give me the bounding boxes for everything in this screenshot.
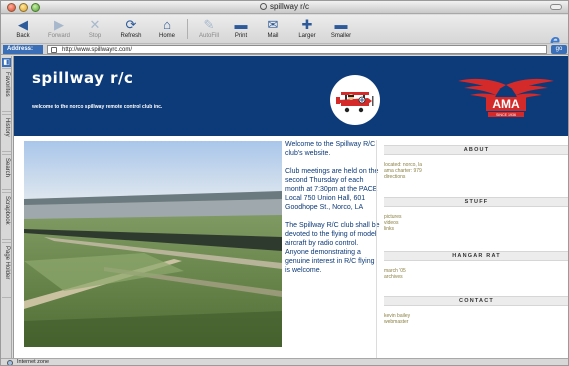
minus-icon: ▬ xyxy=(334,17,348,32)
section-heading-about: ABOUT xyxy=(384,145,568,155)
larger-text-button[interactable]: ✚ Larger xyxy=(289,17,325,43)
toolbar-divider xyxy=(187,19,188,39)
section-heading-contact: CONTACT xyxy=(384,296,568,306)
welcome-text: Welcome to the Spillway R/C club's websi… xyxy=(285,140,381,284)
title-bar: spillway r/c xyxy=(1,1,568,14)
site-tagline: welcome to the norco spillway remote con… xyxy=(32,104,163,110)
red-biplane-logo xyxy=(330,75,380,125)
window-title: spillway r/c xyxy=(1,2,568,11)
printer-icon: ▬ xyxy=(234,17,248,32)
autofill-pen-icon: ✎ xyxy=(203,17,215,32)
link-webmaster[interactable]: webmaster xyxy=(384,319,410,325)
hangar-rat-links: march '05 archives xyxy=(384,268,406,280)
welcome-paragraph: Welcome to the Spillway R/C club's websi… xyxy=(285,141,376,157)
site-title: spillway r/c xyxy=(32,69,134,87)
section-heading-stuff: STUFF xyxy=(384,197,568,207)
go-button[interactable]: go xyxy=(551,45,567,54)
envelope-icon: ✉ xyxy=(267,17,279,32)
ama-since-text: SINCE 1936 xyxy=(496,113,516,117)
page-favicon-icon xyxy=(51,47,57,53)
home-button[interactable]: ⌂ Home xyxy=(149,17,185,43)
tab-search[interactable]: Search xyxy=(2,154,11,190)
mission-paragraph: The Spillway R/C club shall be devoted t… xyxy=(285,222,380,274)
refresh-icon: ⟳ xyxy=(125,17,137,32)
ama-wings-icon: AMA SINCE 1936 xyxy=(458,78,554,117)
about-links: located: norco, la ama charter: 979 dire… xyxy=(384,162,422,180)
tab-favorites[interactable]: Favorites xyxy=(2,68,11,112)
globe-icon xyxy=(259,3,267,10)
smaller-text-button[interactable]: ▬ Smaller xyxy=(323,17,359,43)
contact-links: kevin bailey webmaster xyxy=(384,313,410,325)
ama-logo-text: AMA xyxy=(492,97,520,111)
back-button[interactable]: ◀ Back xyxy=(5,17,41,43)
refresh-button[interactable]: ⟳ Refresh xyxy=(113,17,149,43)
tab-history[interactable]: History xyxy=(2,114,11,152)
back-arrow-icon: ◀ xyxy=(18,17,28,32)
column-divider xyxy=(376,140,377,358)
toolbar: ◀ Back ▶ Forward ✕ Stop ⟳ Refresh ⌂ Home… xyxy=(1,15,568,51)
toolbar-toggle-button[interactable] xyxy=(550,4,562,10)
tab-page-holder[interactable]: Page Holder xyxy=(2,242,11,298)
print-button[interactable]: ▬ Print xyxy=(223,17,259,43)
tab-scrapbook[interactable]: Scrapbook xyxy=(2,192,11,240)
right-nav-column: ABOUT located: norco, la ama charter: 97… xyxy=(380,140,568,358)
stuff-links: pictures videos links xyxy=(384,214,402,232)
forward-arrow-icon: ▶ xyxy=(54,17,64,32)
site-header: spillway r/c welcome to the norco spillw… xyxy=(14,56,568,136)
link-directions[interactable]: directions xyxy=(384,174,422,180)
explorer-sidebar-tabs: ◧ Favorites History Search Scrapbook Pag… xyxy=(1,56,12,358)
address-label: Address: xyxy=(3,45,43,54)
page-viewport[interactable]: spillway r/c welcome to the norco spillw… xyxy=(13,56,568,358)
browser-window: spillway r/c ◀ Back ▶ Forward ✕ Stop ⟳ R… xyxy=(0,0,569,366)
address-input[interactable]: http://www.spillwayrc.com/ xyxy=(47,45,547,54)
meeting-info-paragraph: Club meetings are held on the second Thu… xyxy=(285,168,379,211)
sidebar-toggle-icon[interactable]: ◧ xyxy=(2,58,11,67)
forward-button[interactable]: ▶ Forward xyxy=(41,17,77,43)
mail-button[interactable]: ✉ Mail xyxy=(255,17,291,43)
ama-logo: AMA SINCE 1936 xyxy=(456,73,556,121)
address-bar: Address: http://www.spillwayrc.com/ go xyxy=(1,43,568,55)
status-text: Internet zone xyxy=(17,359,50,365)
home-icon: ⌂ xyxy=(163,17,171,32)
link-links[interactable]: links xyxy=(384,226,402,232)
aerial-field-image xyxy=(24,141,282,347)
plus-icon: ✚ xyxy=(301,17,313,32)
stop-button[interactable]: ✕ Stop xyxy=(77,17,113,43)
internet-zone-icon xyxy=(7,360,13,365)
stop-x-icon: ✕ xyxy=(89,17,101,32)
flying-field-photo xyxy=(24,141,282,347)
autofill-button[interactable]: ✎ AutoFill xyxy=(191,17,227,43)
status-bar: Internet zone xyxy=(1,358,568,365)
section-heading-hangar-rat: HANGAR RAT xyxy=(384,251,568,261)
link-archives[interactable]: archives xyxy=(384,274,406,280)
biplane-icon xyxy=(336,92,374,113)
